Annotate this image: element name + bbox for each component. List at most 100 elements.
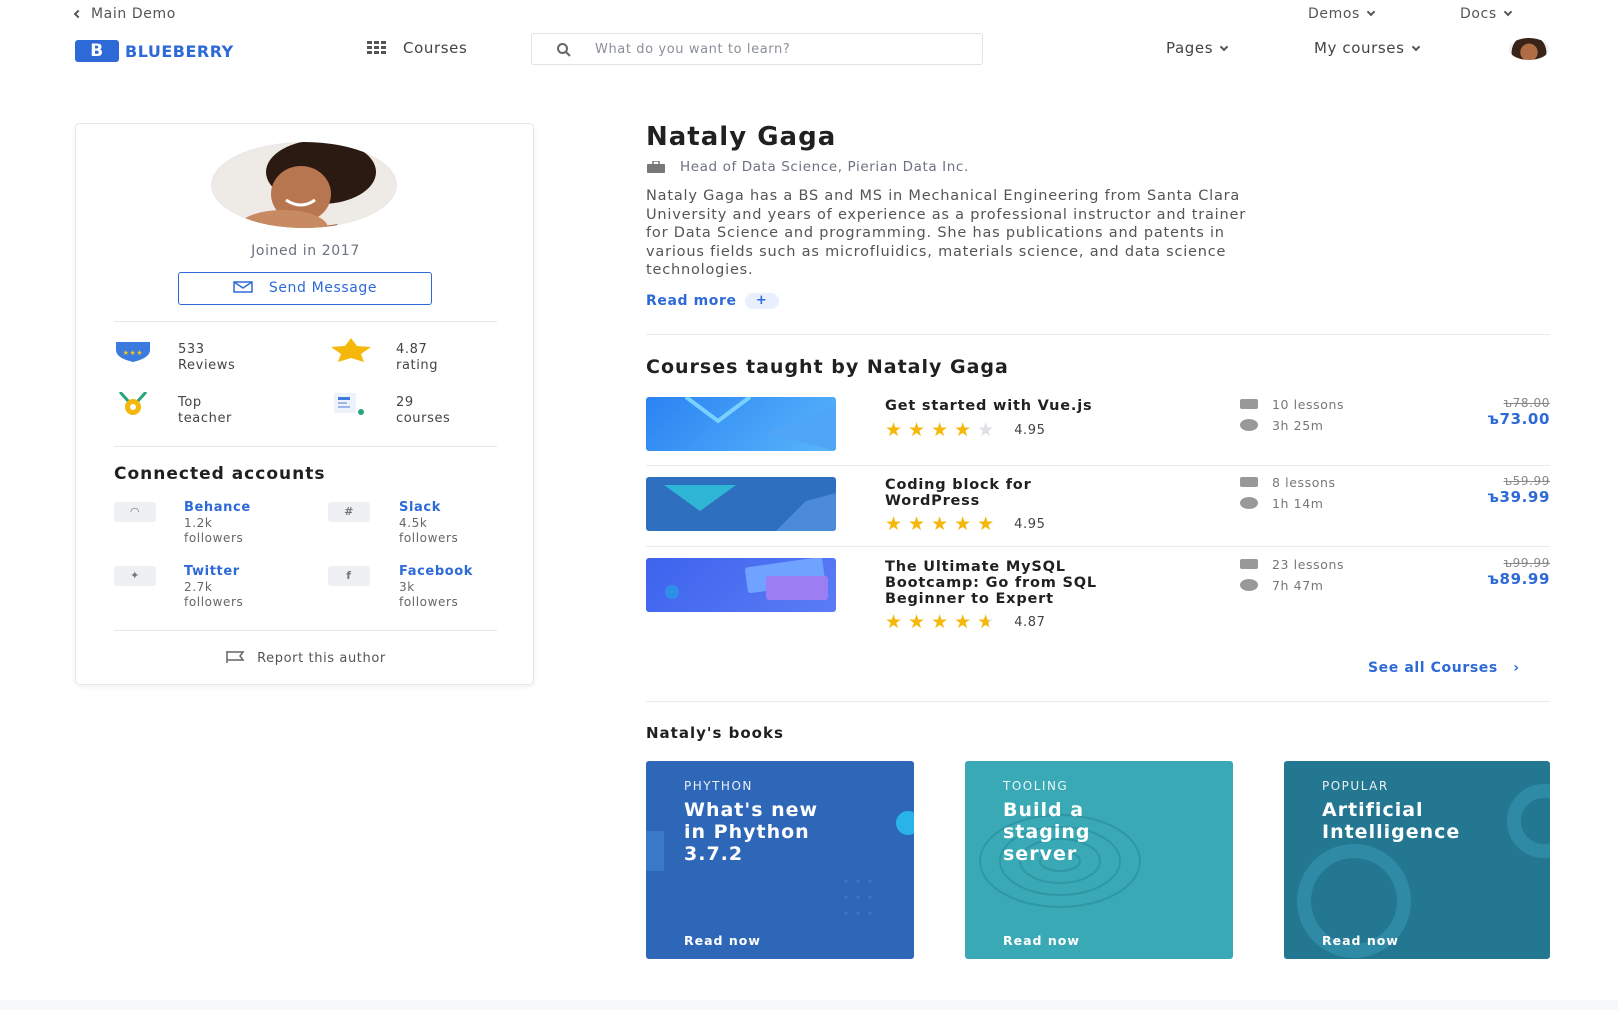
account-count: 2.7k — [184, 580, 213, 594]
current-price: ъ39.99 — [1487, 488, 1550, 506]
lessons-text: 8 lessons — [1272, 475, 1336, 490]
search-input[interactable]: What do you want to learn? — [531, 33, 983, 65]
divider — [646, 465, 1550, 466]
send-message-button[interactable]: Send Message — [178, 272, 432, 305]
course-title-line: Coding block for — [885, 477, 1032, 493]
book-category: TOOLING — [1003, 779, 1069, 793]
docs-menu[interactable]: Docs — [1460, 6, 1512, 22]
footer-strip — [0, 1000, 1618, 1010]
book-card[interactable]: TOOLING Build a staging server Read now — [965, 761, 1233, 959]
clock-icon — [1240, 497, 1258, 509]
stat-courses: 29 courses — [396, 395, 450, 427]
read-now-link[interactable]: Read now — [1003, 933, 1080, 948]
course-rating: ★★★★★ 4.95 — [885, 419, 1046, 441]
account-behance[interactable]: Behance 1.2k followers — [184, 500, 251, 546]
courses-menu[interactable]: Courses — [367, 39, 467, 57]
slack-icon: # — [328, 502, 370, 522]
account-name: Slack — [399, 500, 441, 515]
divider — [646, 334, 1550, 335]
stat-label: teacher — [178, 411, 232, 426]
book-title-line: staging — [1003, 821, 1091, 843]
author-avatar — [211, 142, 397, 228]
lessons-icon — [1240, 399, 1258, 409]
star-rating-icon: ★★★★★ — [885, 419, 1001, 441]
divider — [646, 701, 1550, 702]
book-card[interactable]: POPULAR Artificial Intelligence Read now — [1284, 761, 1550, 959]
book-title-line: What's new — [684, 799, 819, 821]
see-all-courses-label: See all Courses — [1368, 660, 1498, 676]
course-title[interactable]: Get started with Vue.js — [885, 398, 1092, 414]
book-category: PHYTHON — [684, 779, 753, 793]
course-title[interactable]: The Ultimate MySQL Bootcamp: Go from SQL… — [885, 559, 1097, 607]
stat-value: Top — [178, 395, 202, 410]
report-author-label: Report this author — [257, 651, 386, 666]
star-icon — [331, 338, 371, 362]
account-name: Twitter — [184, 564, 240, 579]
course-thumbnail[interactable] — [646, 477, 836, 531]
report-author-link[interactable]: Report this author — [76, 650, 535, 666]
briefcase-icon — [647, 161, 665, 173]
bio-line: various fields such as microfluidics, ma… — [646, 243, 1227, 260]
author-bio: Nataly Gaga has a BS and MS in Mechanica… — [646, 187, 1526, 280]
course-duration: 1h 14m — [1240, 496, 1324, 511]
account-count: 1.2k — [184, 516, 213, 530]
my-courses-menu[interactable]: My courses — [1314, 39, 1420, 57]
account-name: Behance — [184, 500, 251, 515]
chevron-down-icon — [1366, 7, 1376, 17]
account-unit: followers — [184, 595, 244, 609]
course-title-line: Beginner to Expert — [885, 591, 1054, 607]
pages-label: Pages — [1166, 39, 1214, 57]
account-name: Facebook — [399, 564, 474, 579]
back-link-label: Main Demo — [91, 6, 176, 22]
back-link[interactable]: Main Demo — [73, 6, 176, 22]
chevron-down-icon — [1411, 42, 1420, 52]
course-price: ъ59.99 ъ39.99 — [1420, 474, 1550, 506]
bio-line: University and years of experience as a … — [646, 206, 1246, 223]
stat-label: Reviews — [178, 358, 236, 373]
chevron-down-icon — [1219, 42, 1229, 52]
account-facebook[interactable]: Facebook 3k followers — [399, 564, 473, 610]
logo[interactable]: B BLUEBERRY — [75, 40, 234, 62]
book-title-line: Build a — [1003, 799, 1085, 821]
star-rating-icon: ★★★★★ — [885, 611, 1001, 633]
user-avatar[interactable] — [1509, 38, 1549, 60]
account-slack[interactable]: Slack 4.5k followers — [399, 500, 458, 546]
clock-icon — [1240, 419, 1258, 431]
github-icon: ◠ — [114, 502, 156, 522]
read-now-link[interactable]: Read now — [684, 933, 761, 948]
rating-value: 4.87 — [1014, 614, 1046, 630]
stat-label: rating — [396, 358, 439, 373]
chevron-down-icon — [1503, 7, 1512, 17]
courses-section-title: Courses taught by Nataly Gaga — [646, 356, 1009, 378]
book-card[interactable]: PHYTHON What's new in Phython 3.7.2 Read… — [646, 761, 914, 959]
read-now-link[interactable]: Read now — [1322, 933, 1399, 948]
course-title[interactable]: Coding block for WordPress — [885, 477, 1032, 509]
stat-rating: 4.87 rating — [396, 342, 438, 374]
divider — [114, 321, 497, 322]
thumbnail-art — [684, 397, 836, 451]
demos-menu[interactable]: Demos — [1308, 6, 1376, 22]
rating-value: 4.95 — [1014, 516, 1046, 532]
account-twitter[interactable]: Twitter 2.7k followers — [184, 564, 243, 610]
old-price: ъ99.99 — [1503, 556, 1550, 570]
pages-menu[interactable]: Pages — [1166, 39, 1229, 57]
book-title-line: server — [1003, 843, 1078, 865]
account-unit: followers — [399, 595, 459, 609]
read-more-link[interactable]: Read more + — [646, 293, 779, 309]
grid-icon — [367, 41, 386, 54]
course-thumbnail[interactable] — [646, 397, 836, 451]
see-all-courses-link[interactable]: See all Courses › — [1368, 660, 1520, 676]
demos-label: Demos — [1308, 6, 1360, 22]
author-name: Nataly Gaga — [646, 122, 837, 152]
my-courses-label: My courses — [1314, 39, 1405, 57]
author-role-text: Head of Data Science, Pierian Data Inc. — [680, 159, 969, 175]
chevron-right-icon: › — [1513, 660, 1520, 676]
duration-text: 1h 14m — [1272, 496, 1324, 511]
course-lessons: 8 lessons — [1240, 475, 1336, 490]
book-title: Artificial Intelligence — [1322, 799, 1460, 843]
books-section-title: Nataly's books — [646, 724, 784, 742]
course-duration: 7h 47m — [1240, 578, 1324, 593]
course-lessons: 10 lessons — [1240, 397, 1344, 412]
divider — [646, 546, 1550, 547]
course-thumbnail[interactable] — [646, 558, 836, 612]
